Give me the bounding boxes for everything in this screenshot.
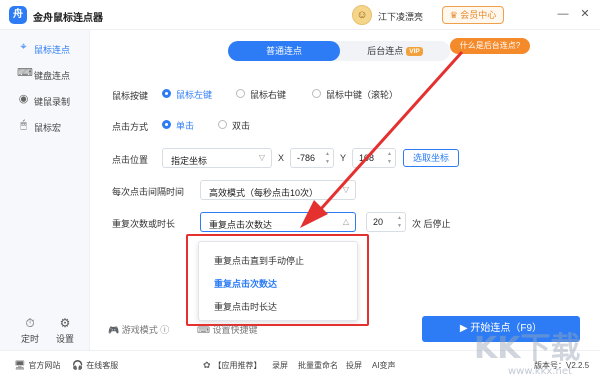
stepper-icon[interactable]: ▲ ▼ [325, 150, 330, 166]
select-value: 重复点击次数达 [209, 220, 273, 230]
radio-label: 鼠标左键 [176, 90, 213, 100]
tab-background-label: 后台连点 [367, 46, 404, 56]
stepper-icon[interactable]: ▲ ▼ [387, 150, 392, 166]
mouse-click-icon: ⌖ [20, 41, 27, 53]
timer-label: 定时 [20, 334, 39, 344]
chevron-down-icon: ▽ [258, 153, 265, 162]
timer-button[interactable]: ⏱ 定时 [10, 316, 50, 345]
monitor-icon: 🖥 [14, 360, 26, 370]
sidebar-item-label: 鼠标连点 [34, 45, 71, 55]
repeat-count-value: 20 [373, 217, 384, 227]
tab-background-click[interactable]: 后台连点 VIP [340, 41, 450, 61]
y-label: Y [340, 153, 347, 163]
app-link-screen-record[interactable]: 录屏 [272, 360, 288, 371]
sidebar-item-mouse-macro[interactable]: 🖱 鼠标宏 [0, 114, 90, 138]
repeat-label: 重复次数或时长 [112, 219, 176, 229]
game-mode-toggle[interactable]: 🎮 游戏模式 ⓘ [108, 323, 169, 336]
app-title: 金舟鼠标连点器 [33, 13, 103, 24]
settings-icon: ⚙ [59, 316, 71, 330]
dropdown-item-until-stop[interactable]: 重复点击直到手动停止 [214, 254, 304, 267]
chevron-up-icon: △ [342, 217, 349, 226]
svg-text:KK下载: KK下载 [474, 331, 581, 366]
app-link-cast[interactable]: 投屏 [346, 360, 362, 371]
repeat-count-input[interactable]: 20 ▲ ▼ [366, 212, 406, 232]
sidebar-item-label: 鼠标宏 [34, 123, 62, 133]
x-value: -786 [297, 153, 316, 163]
radio-dot [218, 120, 227, 129]
app-link-batch-rename[interactable]: 批量重命名 [298, 360, 338, 371]
stepper-icon[interactable]: ▲ ▼ [397, 214, 402, 230]
tab-normal-click[interactable]: 普通连点 [228, 41, 340, 61]
watermark-logo: KK下载 www.kkx.net [474, 331, 581, 377]
title-bar: 舟 金舟鼠标连点器 ☺ 江下凌漂亮 ♛ 会员中心 — ✕ [0, 0, 600, 30]
member-center-button[interactable]: ♛ 会员中心 [442, 6, 504, 24]
gamepad-icon: 🎮 [108, 325, 122, 335]
repeat-mode-select[interactable]: 重复点击次数达 △ [200, 212, 356, 232]
app-recommend-label: ✿ 【应用推荐】 [203, 360, 262, 371]
official-website-link[interactable]: 🖥 官方网站 [14, 360, 60, 371]
sidebar-item-label: 键盘连点 [34, 71, 71, 81]
x-coordinate-input[interactable]: -786 ▲ ▼ [290, 148, 334, 168]
settings-label: 设置 [55, 334, 74, 344]
radio-dot [312, 89, 321, 98]
vip-badge: VIP [406, 47, 423, 57]
sidebar-item-label: 键鼠录制 [34, 97, 71, 107]
puzzle-icon: ✿ [203, 360, 211, 370]
close-icon[interactable]: ✕ [578, 7, 592, 21]
online-support-link[interactable]: 🎧 在线客服 [72, 360, 118, 371]
radio-label: 单击 [176, 121, 195, 131]
y-coordinate-input[interactable]: 108 ▲ ▼ [352, 148, 396, 168]
select-value: 高效模式（每秒点击10次） [209, 188, 319, 198]
recommend-label: 【应用推荐】 [213, 361, 262, 370]
mouse-icon: 🖱 [20, 119, 27, 131]
sidebar-item-record[interactable]: ◉ 键鼠录制 [0, 88, 90, 112]
svg-text:www.kkx.net: www.kkx.net [508, 366, 572, 377]
mode-tabs: 普通连点 后台连点 VIP [228, 41, 450, 61]
interval-select[interactable]: 高效模式（每秒点击10次） ▽ [200, 180, 356, 200]
select-value: 指定坐标 [171, 156, 208, 166]
interval-label: 每次点击间隔时间 [112, 187, 185, 197]
keyboard-shortcut-icon: ⌨ [197, 325, 213, 335]
repeat-suffix: 次 后停止 [412, 219, 451, 229]
background-click-tip[interactable]: 什么是后台连点? [450, 38, 530, 54]
shortcut-label: 设置快捷键 [212, 325, 258, 335]
click-position-label: 点击位置 [112, 155, 149, 165]
mouse-button-label: 鼠标按键 [112, 91, 149, 101]
radio-label: 双击 [232, 121, 251, 131]
clock-icon: ⏱ [25, 316, 35, 330]
username[interactable]: 江下凌漂亮 [378, 10, 423, 23]
sidebar: ⌖ 鼠标连点 ⌨ 键盘连点 ◉ 键鼠录制 🖱 鼠标宏 ⏱ 定时 ⚙ 设置 [0, 30, 90, 350]
support-label: 在线客服 [86, 361, 119, 370]
radio-dot [162, 89, 171, 98]
radio-label: 鼠标右键 [250, 90, 287, 100]
sidebar-item-mouse-click[interactable]: ⌖ 鼠标连点 [0, 36, 90, 60]
click-mode-label: 点击方式 [112, 122, 149, 132]
sidebar-item-keyboard-click[interactable]: ⌨ 键盘连点 [0, 62, 90, 86]
app-logo-icon: 舟 [9, 6, 27, 24]
pick-coordinate-button[interactable]: 选取坐标 [403, 149, 459, 167]
y-value: 108 [359, 153, 375, 163]
chevron-down-icon: ▽ [342, 185, 349, 194]
keyboard-icon: ⌨ [17, 67, 33, 79]
record-icon: ◉ [18, 93, 29, 105]
app-link-voice-changer[interactable]: AI变声 [372, 360, 396, 371]
shortcut-settings-link[interactable]: ⌨ 设置快捷键 [197, 323, 258, 336]
member-center-label: 会员中心 [460, 10, 497, 20]
x-label: X [278, 153, 285, 163]
headset-icon: 🎧 [72, 360, 84, 370]
position-mode-select[interactable]: 指定坐标 ▽ [162, 148, 272, 168]
dropdown-item-click-count[interactable]: 重复点击次数达 [214, 277, 277, 290]
radio-dot [236, 89, 245, 98]
website-label: 官方网站 [28, 361, 61, 370]
radio-label: 鼠标中键（滚轮） [326, 90, 399, 100]
settings-button[interactable]: ⚙ 设置 [45, 316, 85, 345]
user-avatar[interactable]: ☺ [352, 5, 372, 25]
crown-icon: ♛ [449, 10, 461, 20]
repeat-mode-dropdown: 重复点击直到手动停止 重复点击次数达 重复点击时长达 [198, 241, 358, 321]
help-icon[interactable]: ⓘ [158, 325, 169, 335]
minimize-icon[interactable]: — [556, 7, 570, 21]
dropdown-item-duration[interactable]: 重复点击时长达 [214, 300, 277, 313]
game-mode-label: 游戏模式 [121, 325, 158, 335]
radio-dot [162, 120, 171, 129]
